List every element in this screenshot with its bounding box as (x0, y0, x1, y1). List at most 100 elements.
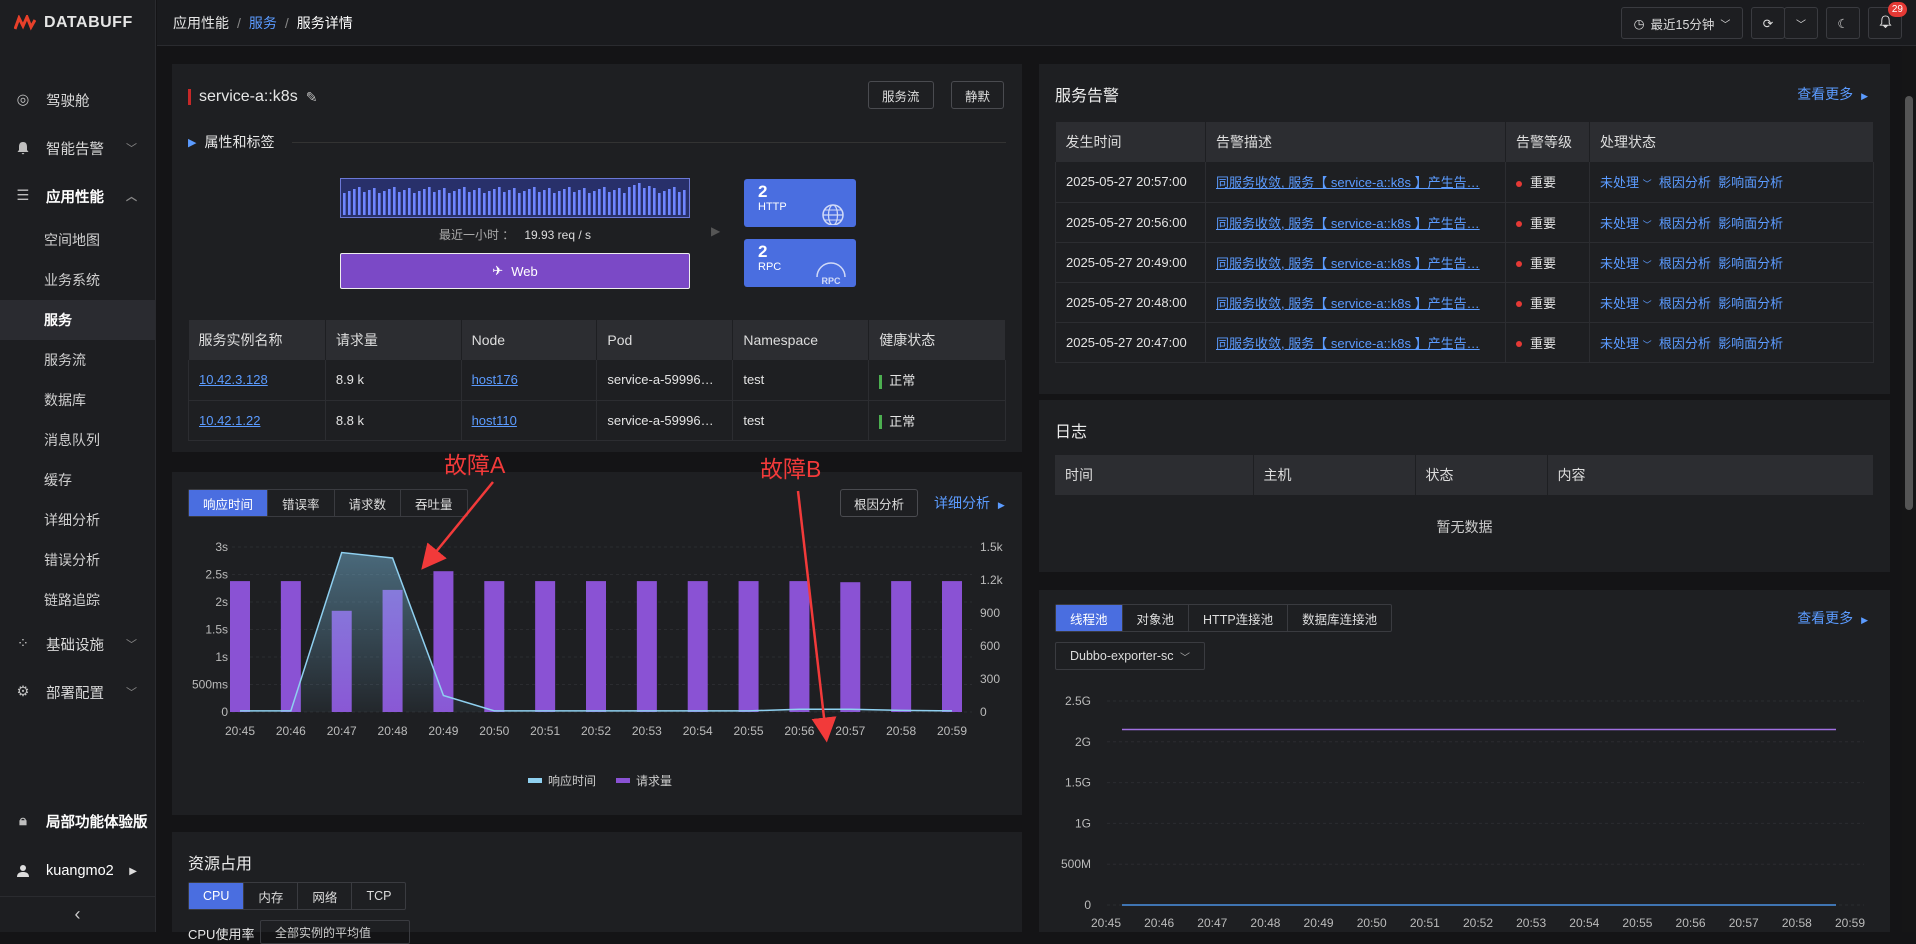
nav-apm-label: 应用性能 (46, 186, 104, 207)
alert-impact-link[interactable]: 影响面分析 (1718, 175, 1783, 190)
tab-network[interactable]: 网络 (298, 883, 352, 909)
nav-sub-service-flow[interactable]: 服务流 (0, 340, 155, 380)
node-link[interactable]: host110 (472, 413, 517, 428)
alert-status-dropdown[interactable]: 未处理 ﹀ (1600, 336, 1652, 351)
alert-status-dropdown[interactable]: 未处理 ﹀ (1600, 216, 1652, 231)
alert-root-cause-link[interactable]: 根因分析 (1659, 175, 1711, 190)
alert-impact-link[interactable]: 影响面分析 (1718, 256, 1783, 271)
refresh-button[interactable]: ⟳ (1751, 7, 1785, 39)
col-log-content[interactable]: 内容 (1547, 455, 1874, 495)
col-log-status[interactable]: 状态 (1415, 455, 1547, 495)
col-health[interactable]: 健康状态 (869, 320, 1006, 360)
col-node[interactable]: Node (461, 320, 597, 360)
sparkline-bar (573, 192, 576, 215)
refresh-options-button[interactable]: ﹀ (1784, 7, 1818, 39)
tab-tcp[interactable]: TCP (352, 883, 405, 909)
y-tick-label: 1G (1075, 816, 1091, 830)
mute-button[interactable]: 静默 (951, 81, 1004, 109)
alert-root-cause-link[interactable]: 根因分析 (1659, 296, 1711, 311)
nav-sub-database[interactable]: 数据库 (0, 380, 155, 420)
rpc-protocol-card[interactable]: 2 RPC RPC (744, 239, 856, 287)
page-scrollbar[interactable] (1902, 46, 1916, 932)
edit-icon[interactable]: ✎ (306, 89, 318, 106)
nav-sub-cache[interactable]: 缓存 (0, 460, 155, 500)
alert-status-dropdown[interactable]: 未处理 ﹀ (1600, 175, 1652, 190)
x-tick-label: 20:58 (886, 724, 916, 738)
nav-sub-trace[interactable]: 链路追踪 (0, 580, 155, 620)
col-log-time[interactable]: 时间 (1055, 455, 1253, 495)
breadcrumb-apm[interactable]: 应用性能 (173, 13, 229, 33)
col-log-host[interactable]: 主机 (1253, 455, 1415, 495)
col-instance-name[interactable]: 服务实例名称 (189, 320, 326, 360)
alert-root-cause-link[interactable]: 根因分析 (1659, 336, 1711, 351)
time-range-picker[interactable]: ◷ 最近15分钟 ﹀ (1621, 7, 1743, 39)
col-namespace[interactable]: Namespace (733, 320, 869, 360)
nav-user[interactable]: kuangmo2 ▶ (0, 846, 155, 896)
nav-sub-business[interactable]: 业务系统 (0, 260, 155, 300)
alert-time: 2025-05-27 20:49:00 (1056, 242, 1206, 282)
alert-root-cause-link[interactable]: 根因分析 (1659, 256, 1711, 271)
x-tick-label: 20:45 (1091, 916, 1121, 930)
x-tick-label: 20:55 (1622, 916, 1652, 930)
breadcrumb-services[interactable]: 服务 (249, 13, 277, 33)
alert-impact-link[interactable]: 影响面分析 (1718, 216, 1783, 231)
alerts-more-link[interactable]: 查看更多 ▶ (1797, 84, 1868, 104)
nav-sub-space-map[interactable]: 空间地图 (0, 220, 155, 260)
node-link[interactable]: host176 (472, 372, 518, 387)
nav-sub-mq[interactable]: 消息队列 (0, 420, 155, 460)
col-requests[interactable]: 请求量 (325, 320, 461, 360)
nav-sub-services[interactable]: 服务 (0, 300, 155, 340)
web-entry-button[interactable]: ✈ Web (340, 253, 690, 289)
nav-sub-detail[interactable]: 详细分析 (0, 500, 155, 540)
alert-desc-link[interactable]: 同服务收敛, 服务【 service-a::k8s 】产生告… (1216, 256, 1480, 271)
sparkline-bar (408, 188, 411, 215)
alert-status-dropdown[interactable]: 未处理 ﹀ (1600, 256, 1652, 271)
col-alert-desc[interactable]: 告警描述 (1206, 122, 1506, 162)
page-scrollbar-thumb[interactable] (1905, 96, 1913, 510)
nav-cockpit[interactable]: ◎ 驾驶舱 (0, 76, 155, 124)
alert-desc-link[interactable]: 同服务收敛, 服务【 service-a::k8s 】产生告… (1216, 296, 1480, 311)
alert-root-cause-link[interactable]: 根因分析 (1659, 216, 1711, 231)
alert-impact-link[interactable]: 影响面分析 (1718, 296, 1783, 311)
col-alert-status[interactable]: 处理状态 (1590, 122, 1874, 162)
x-tick-label: 20:54 (683, 724, 713, 738)
sparkline-bar (538, 192, 541, 215)
y-right-tick-label: 1.2k (980, 573, 1004, 587)
alert-desc-link[interactable]: 同服务收敛, 服务【 service-a::k8s 】产生告… (1216, 216, 1480, 231)
notifications-button[interactable]: 29 (1868, 7, 1902, 39)
time-range-label: 最近15分钟 (1651, 14, 1715, 33)
sparkline-bar (663, 191, 666, 215)
tab-cpu[interactable]: CPU (189, 883, 244, 909)
col-pod[interactable]: Pod (597, 320, 733, 360)
nav-infra[interactable]: ⁘ 基础设施 ﹀ (0, 620, 155, 668)
attributes-toggle[interactable]: ▶ 属性和标签 (188, 132, 1006, 152)
alert-impact-link[interactable]: 影响面分析 (1718, 336, 1783, 351)
alert-desc-link[interactable]: 同服务收敛, 服务【 service-a::k8s 】产生告… (1216, 336, 1480, 351)
nav-apm[interactable]: ☰ 应用性能 ︿ (0, 172, 155, 220)
sparkline-bar (473, 190, 476, 215)
table-row: 10.42.1.22 8.8 k host110 service-a-59996… (189, 400, 1006, 440)
rate-line: 最近一小时 ： 19.93 req / s (340, 226, 690, 243)
alert-status-dropdown[interactable]: 未处理 ﹀ (1600, 296, 1652, 311)
instance-link[interactable]: 10.42.1.22 (199, 413, 260, 428)
nav-trial[interactable]: 🔒︎ 局部功能体验版 (0, 796, 155, 846)
service-flow-button[interactable]: 服务流 (868, 81, 934, 109)
nav-alerts[interactable]: 智能告警 ﹀ (0, 124, 155, 172)
sparkline-bar (558, 191, 561, 215)
x-tick-label: 20:55 (734, 724, 764, 738)
alert-desc-link[interactable]: 同服务收敛, 服务【 service-a::k8s 】产生告… (1216, 175, 1480, 190)
instance-link[interactable]: 10.42.3.128 (199, 372, 268, 387)
http-protocol-card[interactable]: 2 HTTP (744, 179, 856, 227)
nav-deploy[interactable]: ⚙ 部署配置 ﹀ (0, 668, 155, 716)
nav-sub-error[interactable]: 错误分析 (0, 540, 155, 580)
col-alert-time[interactable]: 发生时间 (1056, 122, 1206, 162)
nav-trial-label: 局部功能体验版 (46, 811, 148, 832)
alert-time: 2025-05-27 20:56:00 (1056, 202, 1206, 242)
tab-memory[interactable]: 内存 (244, 883, 298, 909)
cpu-instance-select[interactable]: 全部实例的平均值 (260, 920, 410, 944)
theme-toggle-button[interactable]: ☾ (1826, 7, 1860, 39)
brand-logo[interactable]: DATABUFF (0, 0, 155, 46)
col-alert-level[interactable]: 告警等级 (1506, 122, 1590, 162)
collapse-sidebar-button[interactable]: ‹ (0, 896, 155, 932)
chevron-down-icon: ﹀ (1643, 220, 1652, 230)
